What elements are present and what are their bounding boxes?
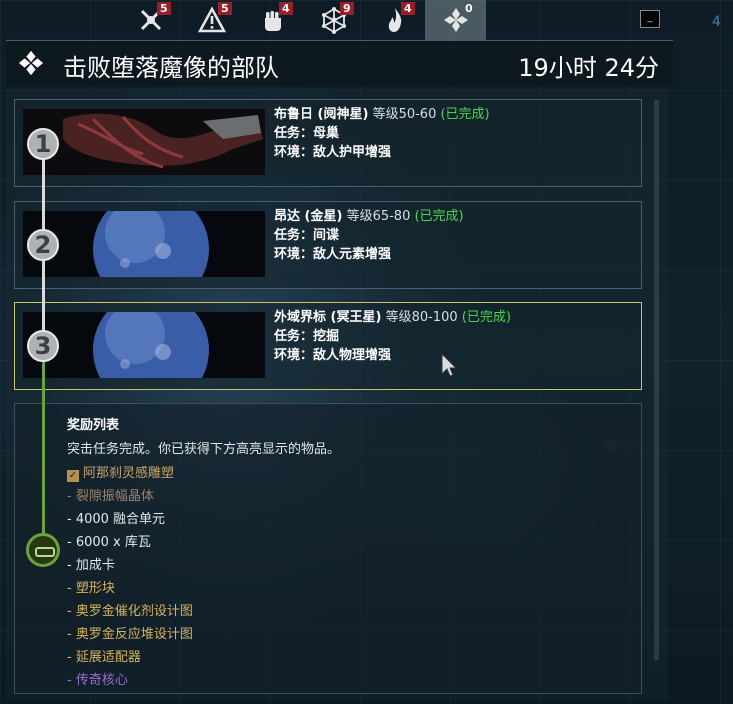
rewards-list: ✓ 阿那刹灵感雕塑 - 裂隙振幅晶体 - 4000 融合单元 - 6000 x 库… [67,462,193,692]
mission-info: 外域界标 (冥王星) 等级80-100 (已完成) 任务：挖掘 环境：敌人物理增… [274,308,511,365]
reward-name: - 延展适配器 [67,650,141,665]
reward-name: - 奥罗金催化剂设计图 [67,604,193,619]
tab-alerts[interactable]: 5 [181,0,242,40]
reward-name: 阿那刹灵感雕塑 [83,466,175,481]
mission-thumbnail [23,109,265,175]
mission-category-tabbar: 5 5 4 9 4 0 [120,0,550,40]
reward-item: - 传奇核心 [67,669,193,692]
mission-status: (已完成) [461,310,511,325]
reward-name: - 塑形块 [67,581,115,596]
mission-type-label: 任务： [274,329,314,344]
mission-type: 母巢 [313,126,340,141]
mission-info: 布鲁日 (阋神星) 等级50-60 (已完成) 任务：母巢 环境：敌人护甲增强 [274,105,490,162]
mission-level: 等级65-80 [346,209,411,224]
checkmark-icon: ✓ [67,470,79,482]
tab-syndicates[interactable]: 4 [242,0,303,40]
mission-type: 挖掘 [313,329,340,344]
mission-env-label: 环境： [274,145,314,160]
mission-type: 间谍 [313,228,340,243]
mission-step-3: 3 [27,330,59,362]
reward-item: - 4000 融合单元 [67,508,193,531]
reward-name: - 加成卡 [67,558,115,573]
minimize-button[interactable]: _ [640,10,660,28]
sortie-header: 击败堕落魔像的部队 19小时 24分 [6,40,673,86]
mission-env-label: 环境： [274,247,314,262]
page-title: 击败堕落魔像的部队 [63,54,279,82]
reward-name: - 传奇核心 [67,673,128,688]
reward-item: - 奥罗金催化剂设计图 [67,600,193,623]
reward-name: - 4000 融合单元 [67,512,166,527]
mission-info: 昂达 (金星) 等级65-80 (已完成) 任务：间谍 环境：敌人元素增强 [274,207,464,264]
tab-badge: 5 [157,2,171,15]
reward-item: - 6000 x 库瓦 [67,531,193,554]
tab-sortie[interactable]: 0 [425,0,486,40]
mission-node: 布鲁日 (阋神星) [274,107,369,122]
reward-name: - 裂隙振幅晶体 [67,489,154,504]
planet-image [23,211,265,277]
tab-badge: 9 [340,2,354,15]
tab-badge: 5 [218,2,232,15]
mission-status: (已完成) [440,107,490,122]
reward-item: - 加成卡 [67,554,193,577]
mission-environment: 敌人物理增强 [313,348,392,363]
reward-step-icon [26,533,60,567]
tab-badge: 4 [279,2,293,15]
rewards-panel: 奖励列表 突击任务完成。你已获得下方高亮显示的物品。 ✓ 阿那刹灵感雕塑 - 裂隙… [14,403,642,694]
reward-item: ✓ 阿那刹灵感雕塑 [67,462,193,485]
rewards-description: 突击任务完成。你已获得下方高亮显示的物品。 [67,442,341,457]
reward-item: - 延展适配器 [67,646,193,669]
rewards-title: 奖励列表 [67,418,120,433]
mission-step-2: 2 [27,229,59,261]
tab-nightwave[interactable]: 4 [364,0,425,40]
mission-card-3[interactable]: 外域界标 (冥王星) 等级80-100 (已完成) 任务：挖掘 环境：敌人物理增… [14,302,642,390]
mission-thumbnail [23,312,265,378]
reward-name: - 6000 x 库瓦 [67,535,151,550]
tab-invasions[interactable]: 5 [120,0,181,40]
reward-name: - 奥罗金反应堆设计图 [67,627,193,642]
infested-tileset-image [23,109,265,175]
reward-item: - 裂隙振幅晶体 [67,485,193,508]
mission-type-label: 任务： [274,126,314,141]
mission-status: (已完成) [414,209,464,224]
planet-image [23,312,265,378]
sortie-diamond-icon [18,50,44,76]
mission-type-label: 任务： [274,228,314,243]
mission-card-2[interactable]: 昂达 (金星) 等级65-80 (已完成) 任务：间谍 环境：敌人元素增强 [14,201,642,289]
progress-track-reward [42,356,45,536]
tab-badge: 4 [401,2,415,15]
mission-env-label: 环境： [274,348,314,363]
reward-item: - 奥罗金反应堆设计图 [67,623,193,646]
corner-counter: 4 [712,14,721,30]
reward-item: - 塑形块 [67,577,193,600]
mission-level: 等级50-60 [372,107,437,122]
mission-thumbnail [23,211,265,277]
mission-card-1[interactable]: 布鲁日 (阋神星) 等级50-60 (已完成) 任务：母巢 环境：敌人护甲增强 [14,99,642,187]
tab-badge: 0 [465,2,473,15]
scrollbar[interactable] [654,100,659,660]
mission-level: 等级80-100 [385,310,458,325]
mission-environment: 敌人元素增强 [313,247,392,262]
mission-node: 昂达 (金星) [274,209,343,224]
time-remaining: 19小时 24分 [518,54,659,82]
mission-environment: 敌人护甲增强 [313,145,392,160]
mouse-cursor-icon [441,352,458,377]
mission-step-1: 1 [27,128,59,160]
tab-fissures[interactable]: 9 [303,0,364,40]
mission-node: 外域界标 (冥王星) [274,310,382,325]
